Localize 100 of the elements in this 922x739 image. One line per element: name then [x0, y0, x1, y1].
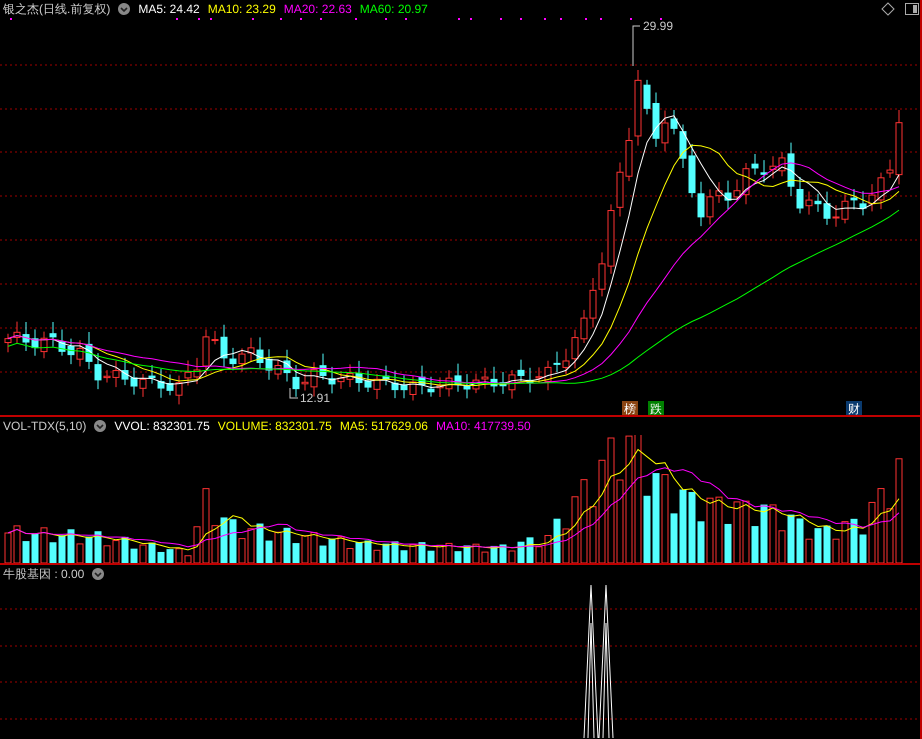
indicator-value: MA20: 22.63: [284, 1, 352, 18]
candlestick: [716, 182, 722, 204]
candlestick: [4, 333, 12, 353]
candlestick: [166, 374, 174, 396]
candlestick: [544, 360, 552, 391]
candlestick: [824, 191, 830, 226]
candlestick: [454, 363, 462, 392]
candlestick: [778, 152, 786, 177]
candlestick: [508, 370, 516, 400]
candlestick: [418, 365, 426, 395]
chart-title: 牛股基因 : 0.00: [3, 566, 84, 583]
candlestick: [698, 181, 704, 227]
candlestick: [788, 142, 794, 196]
candlestick: [130, 367, 138, 396]
candlestick: [626, 127, 632, 182]
candlestick: [410, 375, 416, 402]
candlestick: [158, 368, 164, 398]
candlestick: [238, 348, 246, 372]
candlestick: [68, 338, 74, 365]
leader-line: [290, 388, 298, 398]
candlestick: [392, 370, 398, 399]
candlestick: [122, 357, 128, 386]
candlestick: [436, 376, 444, 398]
candlestick: [868, 184, 876, 212]
candlestick: [346, 364, 354, 388]
candlestick: [266, 348, 272, 380]
candlestick: [40, 331, 48, 359]
candlestick: [706, 188, 714, 225]
candlestick: [364, 370, 372, 392]
candlestick: [518, 359, 524, 382]
candlestick: [680, 124, 686, 168]
candlestick: [148, 364, 156, 384]
candlestick: [338, 370, 344, 390]
candlestick: [580, 309, 588, 344]
candlestick: [482, 367, 488, 390]
price-label: 29.99: [643, 19, 674, 33]
candlestick: [850, 188, 858, 210]
candlestick: [742, 162, 750, 205]
candlestick: [446, 370, 452, 397]
candlestick: [652, 92, 660, 148]
chart-title: VOL-TDX(5,10): [3, 418, 86, 435]
candlestick: [562, 348, 570, 375]
event-tag: 财: [846, 401, 862, 415]
candlestick: [490, 366, 498, 394]
candlestick: [256, 336, 264, 368]
candlestick: [842, 194, 848, 224]
indicator-value: MA60: 20.97: [360, 1, 428, 18]
candlestick: [274, 359, 282, 380]
candlestick: [500, 372, 506, 394]
candlestick: [428, 376, 434, 398]
indicator-value: VVOL: 832301.75: [114, 418, 210, 435]
candlestick: [860, 190, 866, 216]
indicator-value: MA5: 517629.06: [340, 418, 428, 435]
leader-line: [632, 26, 640, 66]
dropdown-icon[interactable]: [118, 3, 130, 15]
dropdown-icon[interactable]: [94, 420, 106, 432]
candlestick: [670, 110, 678, 135]
candlestick: [104, 370, 110, 383]
candlestick: [374, 374, 380, 400]
candlestick: [212, 330, 218, 345]
candlestick: [14, 321, 20, 344]
dropdown-icon[interactable]: [92, 568, 104, 580]
candlestick: [320, 353, 326, 380]
candlestick: [878, 172, 884, 210]
candlestick: [76, 340, 84, 367]
diamond-icon[interactable]: [880, 1, 896, 17]
event-tag: 榜: [622, 401, 638, 415]
candlestick: [752, 154, 758, 176]
candlestick: [328, 366, 336, 394]
candlestick: [598, 252, 606, 297]
candlestick: [284, 349, 290, 382]
candlestick: [32, 328, 38, 356]
event-tag: 跌: [648, 401, 664, 415]
candlestick: [886, 159, 894, 178]
candlestick: [176, 375, 182, 405]
candlestick: [536, 366, 542, 384]
candlestick: [248, 337, 254, 362]
candlestick: [58, 328, 66, 356]
chart-title: 银之杰(日线.前复权): [3, 1, 110, 18]
candlestick: [464, 374, 470, 399]
candlestick: [832, 204, 840, 228]
candlestick: [760, 160, 768, 183]
candlestick: [814, 193, 822, 212]
candlestick: [770, 156, 776, 179]
candlestick: [616, 162, 624, 218]
candlestick: [644, 79, 650, 115]
candlestick: [94, 352, 102, 390]
panel-toggle-icon[interactable]: [904, 1, 920, 17]
candlestick: [688, 144, 696, 198]
candlestick: [796, 176, 804, 214]
candlestick: [724, 180, 732, 210]
indicator-value: MA10: 23.29: [208, 1, 276, 18]
candlestick: [112, 360, 120, 388]
candlestick: [590, 277, 596, 328]
candlestick: [472, 373, 480, 394]
candlestick: [22, 321, 30, 352]
price-label: 12.91: [300, 391, 330, 405]
candlestick: [572, 329, 578, 369]
candlestick: [608, 204, 614, 274]
candlestick: [220, 324, 228, 368]
